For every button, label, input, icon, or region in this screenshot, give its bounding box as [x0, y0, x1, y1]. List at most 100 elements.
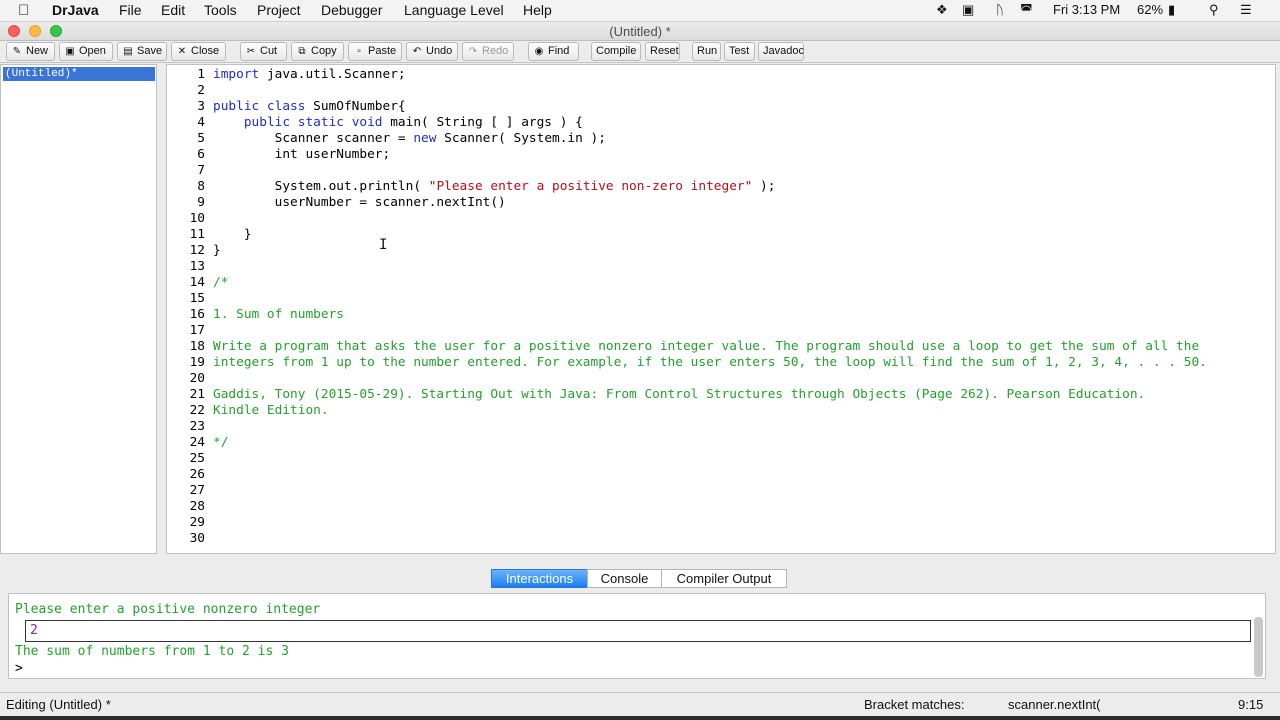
program-output-prompt: Please enter a positive nonzero integer — [15, 602, 321, 617]
new-button[interactable]: ✎ New — [6, 42, 55, 61]
line-number: 15 — [189, 291, 205, 306]
binoculars-icon: ◉ — [534, 46, 544, 57]
scissors-icon: ✂ — [246, 46, 256, 57]
compile-button[interactable]: Compile — [591, 42, 641, 61]
line-number: 27 — [189, 483, 205, 498]
line-number: 9 — [197, 195, 205, 210]
battery-icon[interactable]: ▮ — [1168, 2, 1175, 18]
screen-record-icon[interactable]: ▣ — [962, 2, 974, 18]
toolbar: ✎ New ▣ Open ▤ Save ✕ Close ✂ Cut ⧉ Copy ▫ Past… — [0, 41, 1280, 63]
code-line-21: Gaddis, Tony (2015-05-29). Starting Out … — [213, 387, 1146, 402]
close-file-icon: ✕ — [177, 46, 187, 57]
code-line-3: public class SumOfNumber{ — [213, 99, 406, 114]
interactions-prompt[interactable]: > — [15, 661, 23, 677]
line-number: 11 — [189, 227, 205, 242]
undo-icon: ↶ — [412, 46, 422, 57]
line-number: 30 — [189, 531, 205, 546]
window-titlebar: (Untitled) * — [0, 22, 1280, 41]
line-number: 18 — [189, 339, 205, 354]
cursor-position: 9:15 — [1238, 697, 1264, 712]
save-button[interactable]: ▤ Save — [117, 42, 167, 61]
paste-button[interactable]: ▫ Paste — [348, 42, 402, 61]
dropbox-icon[interactable]: ❖ — [936, 2, 948, 18]
tab-console[interactable]: Console — [587, 569, 662, 588]
code-line-5: Scanner scanner = new Scanner( System.in… — [213, 131, 606, 146]
horizontal-splitter[interactable] — [0, 555, 1280, 565]
line-number: 5 — [197, 131, 205, 146]
menu-tools[interactable]: Tools — [204, 2, 237, 18]
code-line-12: } — [213, 243, 221, 258]
code-editor[interactable]: 1 import java.util.Scanner; 2 3 public cla… — [166, 64, 1276, 554]
line-number: 8 — [197, 179, 205, 194]
menu-edit[interactable]: Edit — [161, 2, 185, 18]
line-number: 6 — [197, 147, 205, 162]
menu-language-level[interactable]: Language Level — [404, 2, 504, 18]
bottom-edge — [0, 716, 1280, 720]
line-number: 14 — [189, 275, 205, 290]
redo-button[interactable]: ↷ Redo — [462, 42, 514, 61]
editing-status: Editing (Untitled) * — [6, 697, 111, 712]
code-line-6: int userNumber; — [213, 147, 391, 162]
apple-icon[interactable]:  — [18, 2, 29, 19]
vertical-splitter[interactable] — [157, 64, 166, 554]
program-output-result: The sum of numbers from 1 to 2 is 3 — [15, 644, 289, 659]
code-line-18: Write a program that asks the user for a… — [213, 339, 1200, 354]
save-icon: ▤ — [123, 46, 133, 57]
line-number: 26 — [189, 467, 205, 482]
bluetooth-icon[interactable]: ᚢ — [996, 2, 1004, 17]
run-button[interactable]: Run — [692, 42, 721, 61]
input-box[interactable]: 2 — [25, 620, 1251, 642]
menu-file[interactable]: File — [119, 2, 142, 18]
line-number: 7 — [197, 163, 205, 178]
tab-compiler-output[interactable]: Compiler Output — [661, 569, 787, 588]
line-number: 16 — [189, 307, 205, 322]
clipboard-icon: ▫ — [357, 46, 361, 57]
reset-button[interactable]: Reset — [645, 42, 680, 61]
cut-button[interactable]: ✂ Cut — [240, 42, 287, 61]
app-name-menu[interactable]: DrJava — [52, 2, 99, 18]
code-line-1: import java.util.Scanner; — [213, 67, 406, 82]
document-item-untitled[interactable]: (Untitled)* — [3, 67, 155, 81]
line-number: 20 — [189, 371, 205, 386]
window-title: (Untitled) * — [609, 24, 671, 39]
battery-percent[interactable]: 62% — [1137, 2, 1163, 17]
tab-interactions[interactable]: Interactions — [491, 569, 588, 588]
line-number: 3 — [197, 99, 205, 114]
code-line-22: Kindle Edition. — [213, 403, 329, 418]
menu-debugger[interactable]: Debugger — [321, 2, 383, 18]
line-number: 19 — [189, 355, 205, 370]
notification-center-icon[interactable]: ☰ — [1240, 2, 1252, 18]
line-number: 4 — [197, 115, 205, 130]
test-button[interactable]: Test — [724, 42, 755, 61]
interactions-scrollbar[interactable] — [1254, 617, 1263, 677]
close-button[interactable]: ✕ Close — [171, 42, 226, 61]
macos-menubar:  DrJava File Edit Tools Project Debugge… — [0, 0, 1280, 22]
ibeam-cursor-icon: I — [379, 237, 388, 253]
menu-project[interactable]: Project — [257, 2, 301, 18]
undo-button[interactable]: ↶ Undo — [406, 42, 458, 61]
code-line-9: userNumber = scanner.nextInt() — [213, 195, 506, 210]
open-button[interactable]: ▣ Open — [59, 42, 113, 61]
code-line-16: 1. Sum of numbers — [213, 307, 344, 322]
line-number: 10 — [189, 211, 205, 226]
interactions-pane[interactable]: Please enter a positive nonzero integer … — [8, 593, 1266, 679]
clock[interactable]: Fri 3:13 PM — [1053, 2, 1120, 17]
javadoc-button[interactable]: Javadoc — [758, 42, 804, 61]
line-number: 17 — [189, 323, 205, 338]
code-line-24: */ — [213, 435, 229, 450]
line-number: 1 — [197, 67, 205, 82]
line-number: 13 — [189, 259, 205, 274]
line-number: 25 — [189, 451, 205, 466]
menu-help[interactable]: Help — [523, 2, 552, 18]
spotlight-search-icon[interactable]: ⚲ — [1209, 2, 1219, 18]
find-button[interactable]: ◉ Find — [528, 42, 579, 61]
copy-button[interactable]: ⧉ Copy — [291, 42, 344, 61]
line-number: 2 — [197, 83, 205, 98]
new-file-icon: ✎ — [12, 46, 22, 57]
folder-icon: ▣ — [65, 46, 75, 57]
wifi-icon[interactable]: ◚ — [1020, 2, 1033, 18]
line-number: 21 — [189, 387, 205, 402]
code-line-4: public static void main( String [ ] args… — [243, 115, 583, 130]
code-line-11: } — [213, 227, 252, 242]
line-number: 28 — [189, 499, 205, 514]
